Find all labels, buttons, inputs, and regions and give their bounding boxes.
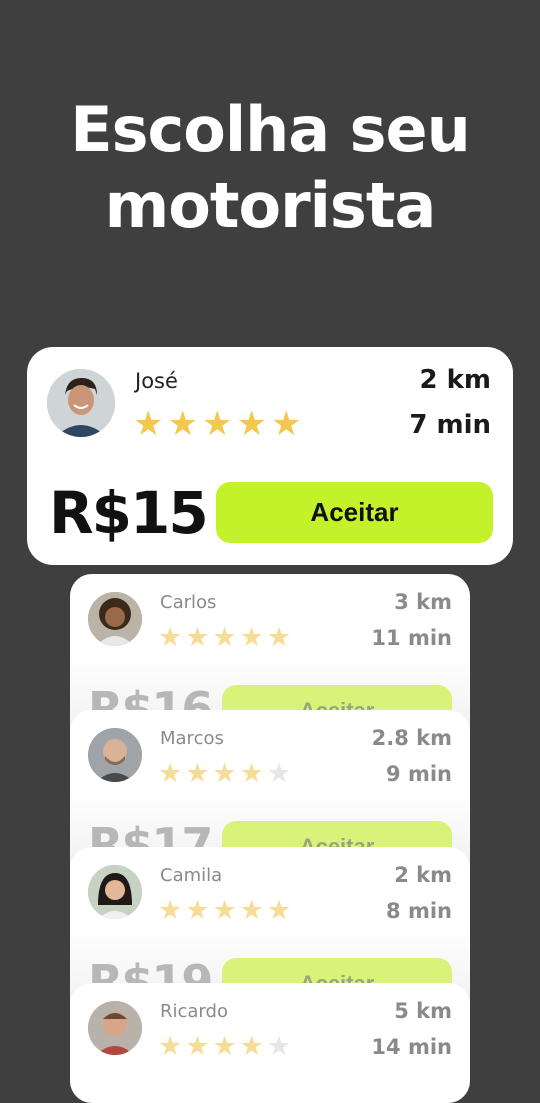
star-icon: ★ [158, 622, 183, 653]
driver-name: Marcos [160, 728, 224, 749]
star-icon: ★ [239, 758, 264, 789]
driver-name: Ricardo [160, 1001, 228, 1022]
rating-stars: ★ ★ ★ ★ ★ [133, 407, 301, 441]
star-icon: ★ [239, 1031, 264, 1062]
star-icon: ★ [239, 895, 264, 926]
star-icon: ★ [185, 758, 210, 789]
driver-avatar [47, 369, 115, 437]
star-icon: ★ [158, 895, 183, 926]
accept-button[interactable]: Aceitar [216, 482, 493, 543]
star-empty-icon: ★ [266, 758, 292, 789]
rating-stars: ★ ★ ★ ★ ★ [158, 1033, 291, 1060]
star-icon: ★ [212, 1031, 237, 1062]
driver-name: Carlos [160, 592, 217, 613]
star-icon: ★ [212, 895, 237, 926]
star-icon: ★ [158, 1031, 183, 1062]
star-icon: ★ [201, 404, 233, 444]
eta: 9 min [386, 762, 452, 786]
distance: 2.8 km [371, 726, 452, 750]
driver-avatar [88, 728, 142, 782]
star-empty-icon: ★ [266, 1031, 292, 1062]
star-icon: ★ [167, 404, 198, 444]
driver-name: José [135, 369, 178, 393]
star-icon: ★ [185, 622, 210, 653]
price: R$15 [49, 479, 209, 547]
eta: 14 min [371, 1035, 452, 1059]
driver-avatar [88, 865, 142, 919]
title-line-1: Escolha seu [70, 93, 471, 166]
eta: 7 min [409, 410, 491, 440]
driver-avatar [88, 1001, 142, 1055]
driver-avatar [88, 592, 142, 646]
rating-stars: ★ ★ ★ ★ ★ [158, 897, 291, 924]
page-title: Escolha seu motorista [0, 92, 540, 244]
star-icon: ★ [266, 895, 292, 926]
star-icon: ★ [133, 404, 164, 444]
title-line-2: motorista [104, 169, 437, 242]
star-icon: ★ [185, 1031, 210, 1062]
star-icon: ★ [158, 758, 183, 789]
eta: 8 min [386, 899, 452, 923]
star-icon: ★ [266, 622, 292, 653]
star-icon: ★ [212, 622, 237, 653]
driver-card-ricardo[interactable]: Ricardo ★ ★ ★ ★ ★ 5 km 14 min [70, 983, 470, 1103]
driver-card-jose[interactable]: José ★ ★ ★ ★ ★ 2 km 7 min R$15 Aceitar [27, 347, 513, 565]
eta: 11 min [371, 626, 452, 650]
driver-name: Camila [160, 865, 223, 886]
star-icon: ★ [212, 758, 237, 789]
star-icon: ★ [270, 404, 302, 444]
rating-stars: ★ ★ ★ ★ ★ [158, 624, 291, 651]
star-icon: ★ [239, 622, 264, 653]
distance: 2 km [419, 365, 491, 395]
distance: 5 km [394, 999, 452, 1023]
star-icon: ★ [185, 895, 210, 926]
distance: 3 km [394, 590, 452, 614]
rating-stars: ★ ★ ★ ★ ★ [158, 760, 291, 787]
distance: 2 km [394, 863, 452, 887]
star-icon: ★ [236, 404, 267, 444]
